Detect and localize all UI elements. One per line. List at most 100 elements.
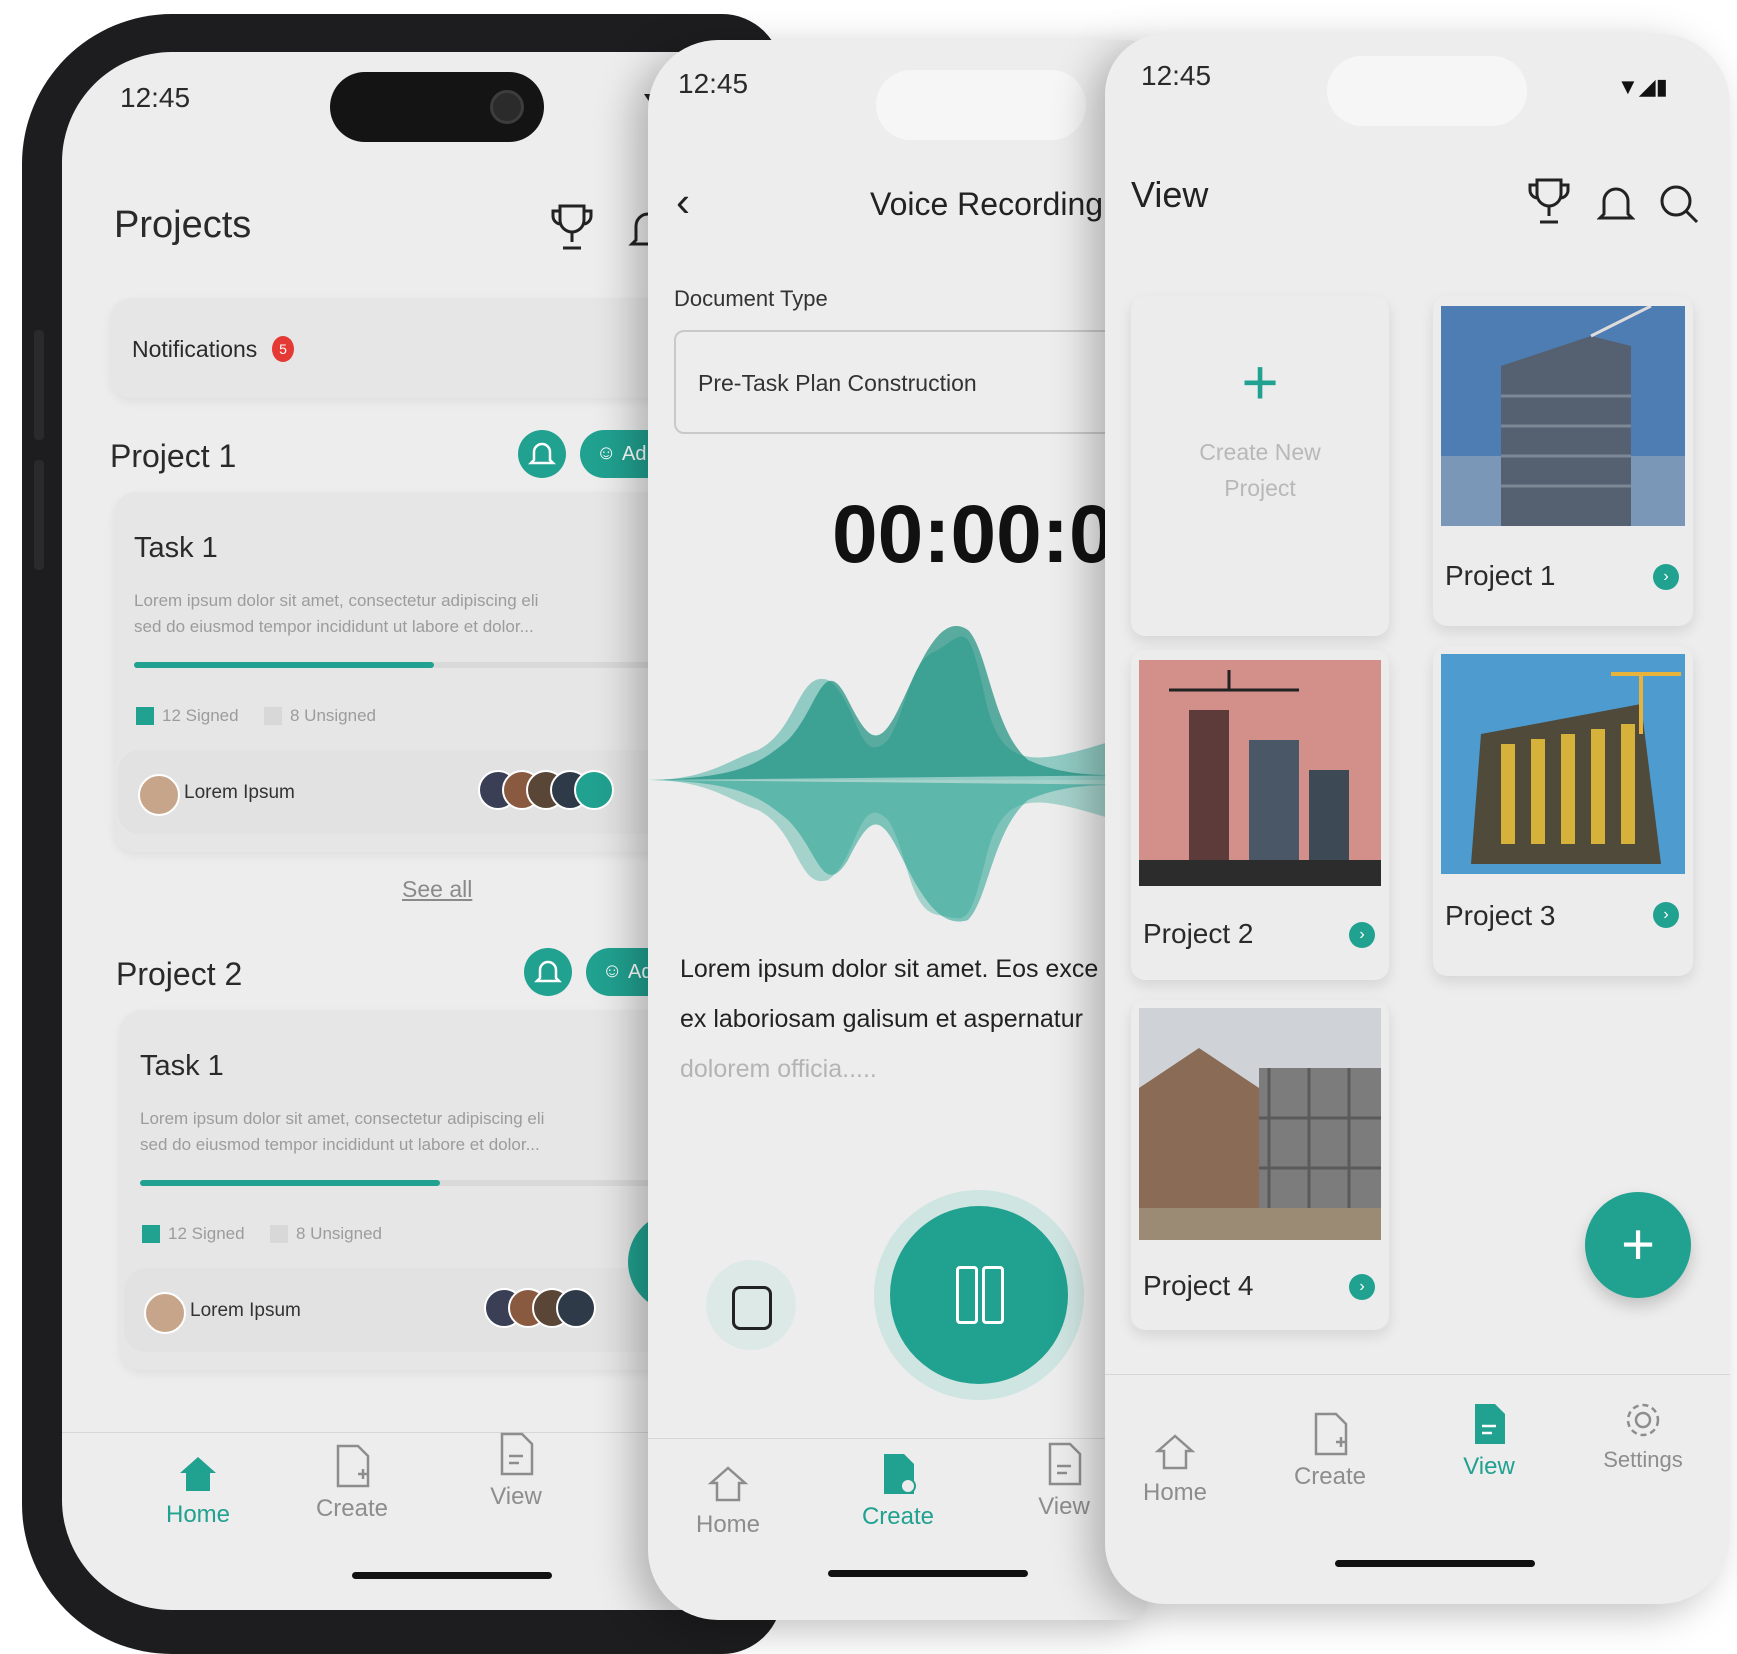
document-type-value: Pre-Task Plan Construction (698, 370, 977, 396)
add-member-label: Ad (622, 443, 647, 465)
search-icon[interactable] (1657, 182, 1701, 226)
unsigned-label: 8 Unsigned (290, 706, 377, 725)
nav-view[interactable]: View (1014, 1440, 1114, 1521)
page-title: Projects (114, 204, 252, 246)
create-new-label: Create New Project (1199, 439, 1321, 501)
gear-icon (1626, 1403, 1660, 1437)
nav-view[interactable]: View (456, 1430, 576, 1511)
page-title: View (1131, 174, 1209, 215)
stop-icon (732, 1286, 772, 1330)
notifications-label: Notifications (132, 336, 258, 362)
stop-button[interactable] (706, 1260, 796, 1350)
document-icon (500, 1432, 534, 1476)
home-indicator (828, 1570, 1028, 1577)
project-card[interactable]: Project 3 › (1433, 646, 1693, 976)
nav-view[interactable]: View (1439, 1400, 1539, 1481)
project-image (1441, 654, 1685, 874)
nav-create[interactable]: Create (838, 1450, 958, 1531)
avatar (138, 774, 180, 816)
trophy-icon[interactable] (1527, 176, 1571, 228)
user-add-icon: ☺ (596, 442, 617, 464)
home-indicator (352, 1572, 552, 1579)
project-title: Project 2 (116, 956, 243, 992)
signed-legend-swatch (142, 1225, 160, 1243)
nav-create-label: Create (861, 1503, 935, 1530)
task-title: Task 1 (134, 532, 218, 564)
avatar (574, 770, 614, 810)
task-title: Task 1 (140, 1050, 224, 1082)
recording-timer: 00:00:00 (832, 489, 1148, 580)
project-card[interactable]: Project 2 › (1131, 650, 1389, 980)
unsigned-legend-swatch (270, 1225, 288, 1243)
nav-home[interactable]: Home (1125, 1430, 1225, 1507)
task-description: Lorem ipsum dolor sit amet, consectetur … (140, 1109, 545, 1154)
nav-create[interactable]: Create (1275, 1410, 1385, 1491)
nav-divider (1105, 1374, 1730, 1375)
project-card[interactable]: Project 4 › (1131, 1000, 1389, 1330)
owner-name: Lorem Ipsum (190, 1300, 301, 1321)
add-project-fab[interactable]: + (1585, 1192, 1691, 1298)
back-button[interactable]: ‹ (676, 178, 690, 226)
arrow-right-icon[interactable]: › (1653, 902, 1679, 928)
document-add-icon (884, 1454, 916, 1494)
arrow-right-icon[interactable]: › (1349, 922, 1375, 948)
project-image (1139, 1008, 1381, 1240)
home-indicator (1335, 1560, 1535, 1567)
home-icon (707, 1466, 749, 1502)
nav-settings-label: Settings (1603, 1447, 1683, 1472)
progress-track (134, 662, 734, 668)
voice-recording-screen: 12:45 ‹ Voice Recording Document Type Pr… (648, 40, 1148, 1620)
home-icon (180, 1457, 216, 1491)
document-icon (1048, 1442, 1082, 1486)
unsigned-label: 8 Unsigned (296, 1224, 383, 1243)
owner-name: Lorem Ipsum (184, 782, 295, 803)
unsigned-legend-swatch (264, 707, 282, 725)
status-time: 12:45 (120, 82, 191, 113)
nav-create-label: Create (1293, 1463, 1367, 1490)
create-new-project-card[interactable]: + Create New Project (1131, 296, 1389, 636)
document-add-icon (336, 1444, 370, 1488)
nav-home[interactable]: Home (138, 1452, 258, 1529)
document-type-select[interactable]: Pre-Task Plan Construction (674, 330, 1148, 434)
bell-icon (527, 442, 557, 465)
project-name: Project 1 (1445, 560, 1556, 591)
progress-fill (134, 662, 434, 668)
status-time: 12:45 (678, 68, 749, 99)
pause-button[interactable] (890, 1206, 1068, 1384)
project-name: Project 4 (1143, 1270, 1254, 1301)
project-name: Project 3 (1445, 900, 1556, 931)
document-icon (1475, 1404, 1505, 1444)
phone-side-button (34, 330, 44, 440)
avatar (144, 1292, 186, 1334)
nav-create[interactable]: Create (292, 1442, 412, 1523)
pause-icon (956, 1266, 978, 1324)
status-icons: ▼◢▮ (1617, 74, 1668, 99)
nav-settings[interactable]: Settings (1583, 1398, 1703, 1473)
bell-icon (533, 960, 563, 983)
project-bell-button[interactable] (518, 430, 566, 478)
project-image (1139, 660, 1381, 886)
phone-side-button (34, 460, 44, 570)
project-card[interactable]: Project 1 › (1433, 296, 1693, 626)
document-type-label: Document Type (674, 286, 828, 311)
nav-view-label: View (490, 1483, 542, 1510)
nav-home[interactable]: Home (678, 1462, 778, 1539)
page-title: Voice Recording (870, 186, 1104, 222)
plus-icon: + (1241, 346, 1279, 418)
notifications-badge: 5 (272, 336, 294, 362)
dynamic-island (876, 70, 1086, 140)
nav-divider (648, 1438, 1148, 1439)
project-bell-button[interactable] (524, 948, 572, 996)
see-all-link[interactable]: See all (402, 876, 472, 903)
project-image (1441, 306, 1685, 526)
arrow-right-icon[interactable]: › (1349, 1274, 1375, 1300)
bell-icon[interactable] (1597, 180, 1635, 228)
nav-home-label: Home (695, 1511, 761, 1538)
waveform-graphic (648, 626, 1148, 922)
view-screen: 12:45 ▼◢▮ View + Create New Project Proj… (1105, 34, 1730, 1604)
trophy-icon[interactable] (550, 202, 594, 254)
status-time: 12:45 (1141, 60, 1212, 91)
arrow-right-icon[interactable]: › (1653, 564, 1679, 590)
nav-create-label: Create (315, 1495, 389, 1522)
pause-icon (982, 1266, 1004, 1324)
